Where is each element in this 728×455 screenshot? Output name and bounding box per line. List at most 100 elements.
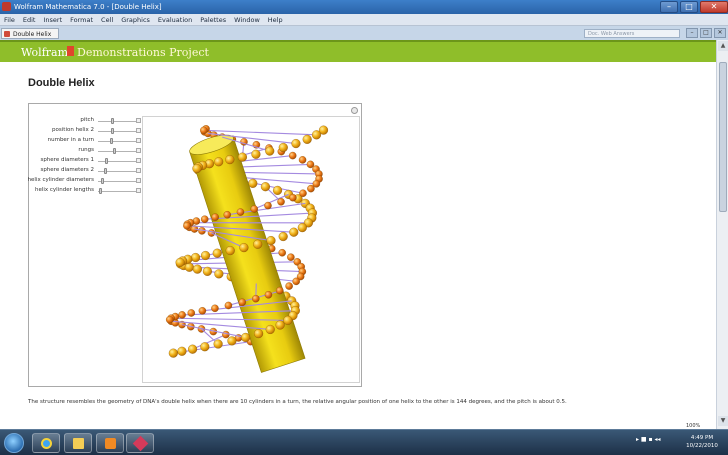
helix-2-sphere [178,311,186,319]
scroll-down-arrow-icon[interactable]: ▼ [718,416,728,426]
mathematica-spikey-icon [132,435,149,452]
helix-1-sphere [227,336,237,346]
helix-2-sphere [298,156,307,164]
expand-control-button[interactable] [136,148,141,153]
helix-1-sphere [248,178,258,188]
brand-wolfram: Wolfram [21,46,69,59]
slider-knob[interactable] [111,128,115,134]
wolfram-banner: Wolfram Demonstrations Project [0,40,716,62]
helix-1-sphere [225,246,235,256]
slider-track[interactable] [98,181,136,182]
taskbar-mathematica-button[interactable] [126,433,154,453]
helix-1-sphere [278,231,288,242]
taskbar-explorer-button[interactable] [64,433,92,453]
helix-1-sphere [253,239,263,249]
helix-1-sphere [311,130,322,140]
system-tray-icons[interactable]: ▸ ■ ▪ ◂◂ [636,436,661,443]
helix-1-sphere [192,264,202,274]
helix-2-sphere [207,229,216,237]
expand-control-button[interactable] [136,188,141,193]
expand-control-button[interactable] [136,158,141,163]
taskbar-clock[interactable]: 4:49 PM 10/22/2010 [684,434,720,450]
helix-2-sphere [252,294,260,303]
scroll-up-arrow-icon[interactable]: ▲ [718,41,728,51]
slider-knob[interactable] [100,178,104,184]
slider-track[interactable] [98,161,136,162]
slider-knob[interactable] [111,118,115,124]
menu-file[interactable]: File [0,14,19,25]
slider-track[interactable] [98,151,136,152]
helix-1-sphere [192,163,202,174]
expand-control-button[interactable] [136,168,141,173]
document-tab-strip: Double Helix Doc. Web Answers – □ ✕ [0,26,728,40]
menu-bar: File Edit Insert Format Cell Graphics Ev… [0,14,728,26]
document-tab-label: Double Helix [13,31,52,38]
window-titlebar[interactable]: Wolfram Mathematica 7.0 - [Double Helix]… [0,0,728,14]
menu-palettes[interactable]: Palettes [196,14,230,25]
window-title: Wolfram Mathematica 7.0 - [Double Helix] [14,3,162,11]
helix-1-sphere [275,320,285,330]
wolfram-logo-icon [67,46,74,56]
expand-control-button[interactable] [136,178,141,183]
helix-1-sphere [177,346,187,356]
documentation-search-input[interactable]: Doc. Web Answers [584,29,680,38]
menu-graphics[interactable]: Graphics [117,14,154,25]
folder-icon [73,438,84,449]
taskbar-ie-button[interactable] [32,433,60,453]
menu-evaluation[interactable]: Evaluation [154,14,196,25]
slider-track[interactable] [98,191,136,192]
helix-2-sphere [307,184,315,193]
menu-insert[interactable]: Insert [39,14,66,25]
doc-restore-button[interactable]: □ [700,28,712,38]
taskbar-media-button[interactable] [96,433,124,453]
slider-knob[interactable] [105,158,109,164]
menu-window[interactable]: Window [230,14,264,25]
helix-graphic-view[interactable] [142,116,360,383]
helix-1-sphere [254,329,264,339]
menu-edit[interactable]: Edit [19,14,40,25]
vertical-scrollbar[interactable]: ▲ ▼ [716,40,728,429]
maximize-button[interactable]: □ [680,1,698,13]
slider-track[interactable] [98,131,136,132]
document-tab[interactable]: Double Helix [1,28,59,39]
helix-2-sphere [198,307,207,315]
close-button[interactable]: ✕ [700,1,728,13]
minimize-button[interactable]: – [660,1,678,13]
start-button[interactable] [4,433,24,453]
slider-knob[interactable] [109,138,113,144]
helix-1-sphere [266,236,276,246]
clock-date: 10/22/2010 [686,443,718,449]
expand-control-button[interactable] [136,138,141,143]
helix-1-sphere [239,243,249,253]
control-label: rungs [78,147,94,153]
menu-help[interactable]: Help [264,14,287,25]
page-title: Double Helix [28,77,95,89]
menu-cell[interactable]: Cell [97,14,117,25]
helix-2-sphere [250,205,259,213]
helix-2-sphere [299,189,307,198]
scroll-thumb[interactable] [719,62,727,212]
doc-close-button[interactable]: ✕ [714,28,726,38]
helix-2-sphere [292,277,300,286]
slider-knob[interactable] [98,188,102,194]
slider-knob[interactable] [104,168,108,174]
slider-track[interactable] [98,121,136,122]
helix-2-sphere [278,249,286,257]
double-helix-graphic[interactable] [143,117,360,383]
helix-1-sphere [225,155,235,165]
slider-track[interactable] [98,141,136,142]
expand-control-button[interactable] [136,118,141,123]
expand-control-button[interactable] [136,128,141,133]
helix-2-sphere [200,215,209,223]
doc-minimize-button[interactable]: – [686,28,698,38]
helix-1-sphere [168,348,178,358]
helix-2-sphere [165,315,174,324]
mathematica-app-icon [2,2,11,11]
internet-explorer-icon [41,438,52,449]
options-gear-icon[interactable] [351,107,358,114]
helix-2-sphere [187,309,196,317]
helix-1-sphere [214,269,224,279]
menu-format[interactable]: Format [66,14,97,25]
windows-taskbar: ▸ ■ ▪ ◂◂ 4:49 PM 10/22/2010 [0,429,728,455]
control-label: helix cylinder diameters [27,177,94,183]
